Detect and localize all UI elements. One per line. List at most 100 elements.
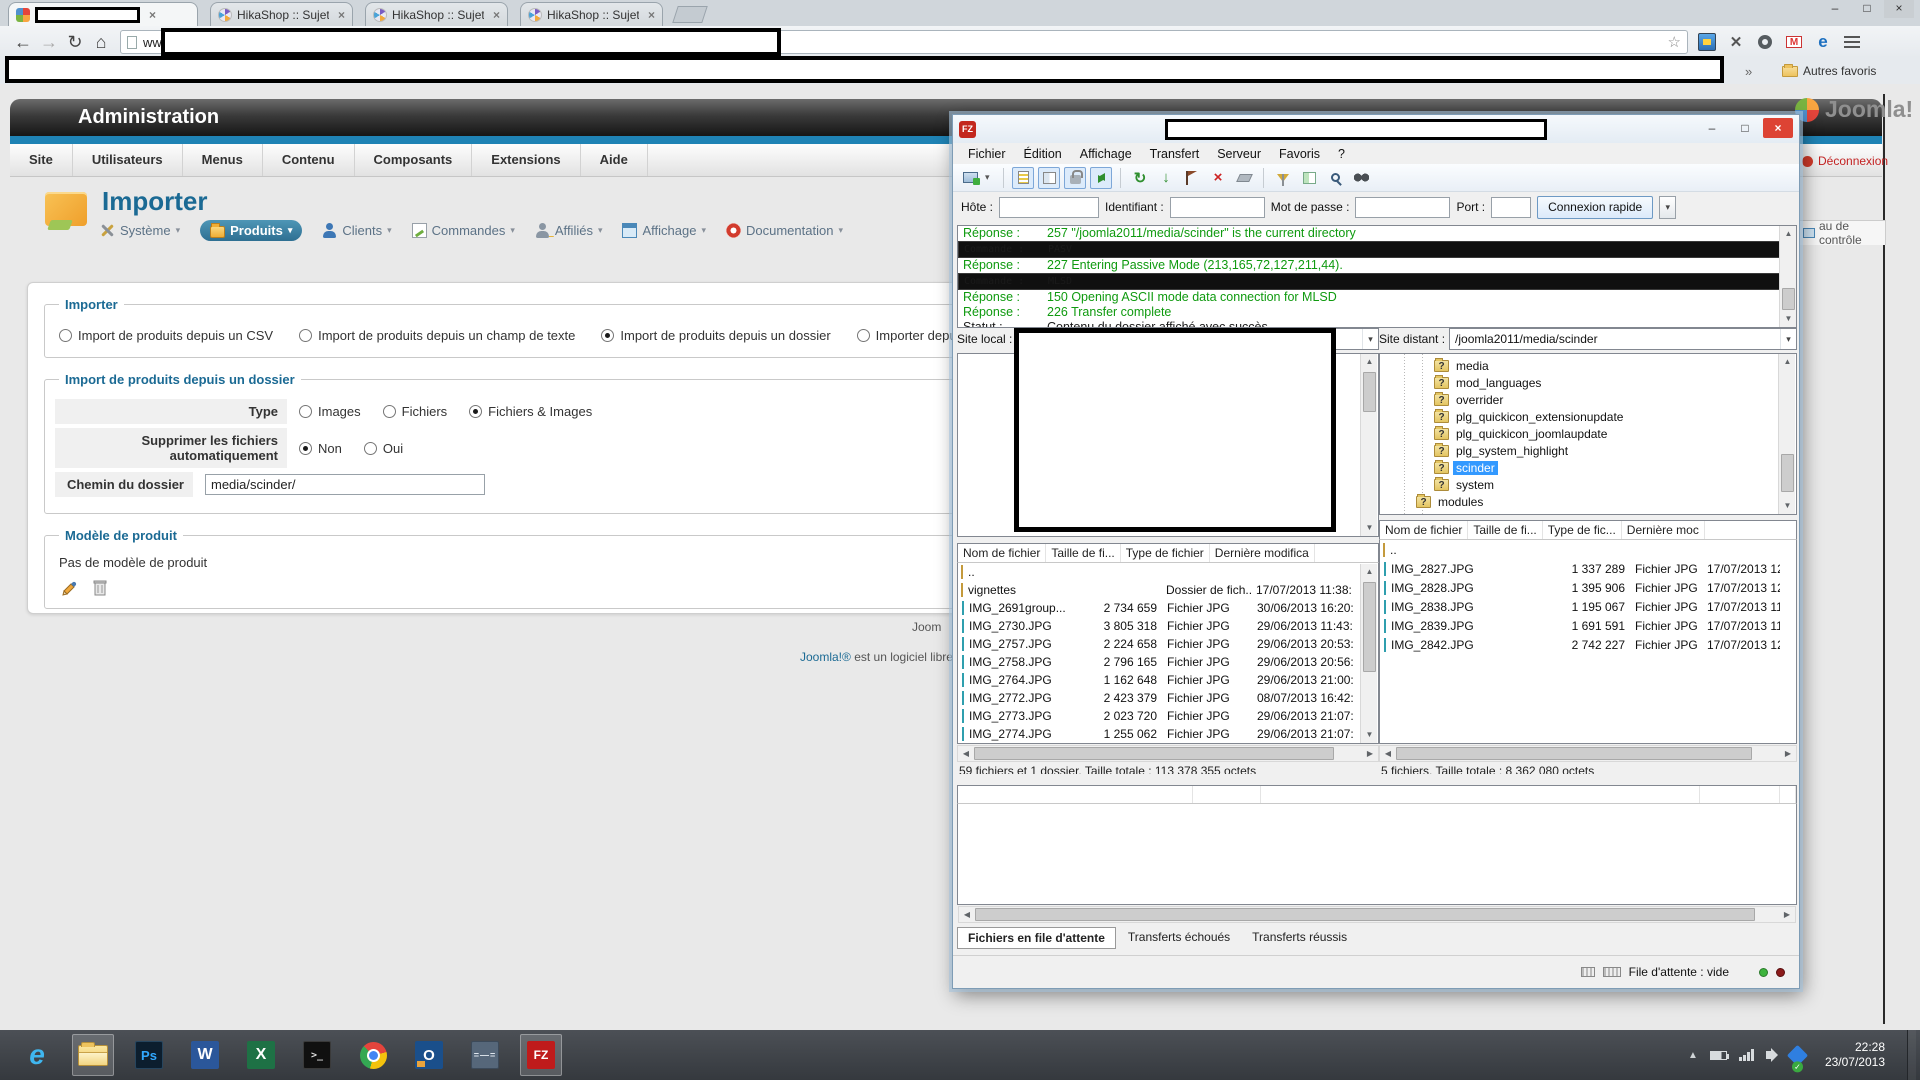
hikashop-menu-item[interactable]: Affiliés ▾ xyxy=(535,223,603,238)
folder-path-input[interactable] xyxy=(205,474,485,495)
type-option[interactable]: Fichiers xyxy=(383,404,448,419)
joomla-menu-item[interactable]: Menus xyxy=(183,144,263,176)
type-option[interactable]: Fichiers & Images xyxy=(469,404,592,419)
volume-icon[interactable] xyxy=(1766,1051,1772,1059)
queue-hscrollbar[interactable]: ◀ ▶ xyxy=(958,906,1796,923)
tab-close-icon[interactable]: × xyxy=(338,8,345,22)
queue-tab[interactable]: Fichiers en file d'attente xyxy=(957,927,1116,949)
log-scrollbar[interactable]: ▲ ▼ xyxy=(1779,226,1796,327)
scroll-right-icon[interactable]: ▶ xyxy=(1362,749,1378,758)
settings-gear-icon[interactable] xyxy=(1756,33,1774,51)
cancel-operation-icon[interactable]: × xyxy=(1207,167,1229,189)
browser-tab[interactable]: HikaShop :: Sujet : Pre-ach × xyxy=(520,2,663,26)
joomla-link[interactable]: Joomla!® xyxy=(800,650,851,664)
file-row[interactable]: .. xyxy=(1380,540,1796,559)
fz-menu-item[interactable]: Transfert xyxy=(1141,147,1209,161)
hikashop-menu-item[interactable]: Clients ▾ xyxy=(322,223,391,238)
scroll-up-icon[interactable]: ▲ xyxy=(1780,226,1797,242)
fz-menu-item[interactable]: Fichier xyxy=(959,147,1015,161)
remote-tree-item[interactable]: ? modules xyxy=(1380,493,1796,510)
edit-pencil-icon[interactable] xyxy=(61,578,79,596)
scrollbar-thumb[interactable] xyxy=(974,747,1334,760)
bookmark-star-icon[interactable]: ☆ xyxy=(1668,33,1681,51)
forward-button[interactable]: → xyxy=(36,32,62,53)
devtools-extension-icon[interactable]: ✕ xyxy=(1727,33,1745,51)
reload-button[interactable]: ↻ xyxy=(62,32,88,53)
refresh-icon[interactable]: ↻ xyxy=(1129,167,1151,189)
file-row[interactable]: IMG_2774.JPG 1 255 062 Fichier JPG 29/06… xyxy=(958,725,1378,743)
radio-button[interactable] xyxy=(299,442,312,455)
fz-menu-item[interactable]: ? xyxy=(1329,147,1354,161)
process-queue-icon[interactable]: ↓ xyxy=(1155,167,1177,189)
cancel-flag-icon[interactable] xyxy=(1181,167,1203,189)
network-signal-icon[interactable] xyxy=(1739,1049,1754,1061)
compare-icon[interactable] xyxy=(1298,167,1320,189)
taskbar-photoshop-icon[interactable]: Ps xyxy=(128,1034,170,1076)
scroll-up-icon[interactable]: ▲ xyxy=(1779,354,1796,370)
radio-button[interactable] xyxy=(383,405,396,418)
column-header[interactable]: Nom de fichier xyxy=(958,544,1046,562)
scrollbar-thumb[interactable] xyxy=(1782,288,1795,310)
remote-tree-item[interactable]: ? plg_system_highlight xyxy=(1380,442,1796,459)
scroll-down-icon[interactable]: ▼ xyxy=(1780,311,1797,327)
fz-menu-item[interactable]: Favoris xyxy=(1270,147,1329,161)
file-row[interactable]: IMG_2828.JPG 1 395 906 Fichier JPG 17/07… xyxy=(1380,578,1796,597)
fz-menu-item[interactable]: Édition xyxy=(1015,147,1071,161)
scroll-down-icon[interactable]: ▼ xyxy=(1779,498,1796,514)
file-row[interactable]: .. xyxy=(958,563,1378,581)
joomla-menu-item[interactable]: Contenu xyxy=(263,144,355,176)
logout-button[interactable]: Déconnexion xyxy=(1802,154,1888,168)
hikashop-menu-item[interactable]: Documentation ▾ xyxy=(726,223,843,238)
taskbar-outlook-icon[interactable]: O xyxy=(408,1034,450,1076)
remote-tree-item[interactable]: ? plg_quickicon_joomlaupdate xyxy=(1380,425,1796,442)
user-input[interactable] xyxy=(1170,197,1265,218)
local-list-scrollbar[interactable]: ▲ ▼ xyxy=(1360,564,1377,743)
file-row[interactable]: IMG_2842.JPG 2 742 227 Fichier JPG 17/07… xyxy=(1380,635,1796,654)
site-manager-icon[interactable] xyxy=(959,167,981,189)
other-bookmarks-button[interactable]: Autres favoris xyxy=(1782,64,1876,78)
dropbox-icon[interactable] xyxy=(1787,1044,1808,1065)
joomla-menu-item[interactable]: Site xyxy=(10,144,73,176)
file-row[interactable]: IMG_2839.JPG 1 691 591 Fichier JPG 17/07… xyxy=(1380,616,1796,635)
remote-site-combo[interactable]: /joomla2011/media/scinder▾ xyxy=(1449,328,1797,350)
remote-tree-item[interactable]: ? overrider xyxy=(1380,391,1796,408)
type-option[interactable]: Images xyxy=(299,404,361,419)
tab-close-icon[interactable]: × xyxy=(493,8,500,22)
browser-tab[interactable]: HikaShop :: Sujet : Fichier × xyxy=(365,2,508,26)
column-header[interactable]: Nom de fichier xyxy=(1380,521,1468,539)
column-header[interactable]: Type de fic... xyxy=(1543,521,1622,539)
local-hscrollbar[interactable]: ◀ ▶ xyxy=(957,745,1379,762)
queue-tab[interactable]: Transferts échoués xyxy=(1118,927,1240,949)
delete-trash-icon[interactable] xyxy=(93,579,107,596)
disconnect-icon[interactable] xyxy=(1233,167,1255,189)
column-header[interactable]: Taille de fi... xyxy=(1468,521,1542,539)
scrollbar-thumb[interactable] xyxy=(1396,747,1752,760)
quickconnect-dropdown-icon[interactable]: ▾ xyxy=(1659,196,1676,219)
radio-button[interactable] xyxy=(364,442,377,455)
back-button[interactable]: ← xyxy=(10,32,36,53)
taskbar-clock[interactable]: 22:28 23/07/2013 xyxy=(1825,1040,1885,1070)
bookmarks-overflow-chevron[interactable]: » xyxy=(1745,64,1752,79)
taskbar-cmd-icon[interactable]: >_ xyxy=(296,1034,338,1076)
password-input[interactable] xyxy=(1355,197,1450,218)
browser-maximize-button[interactable]: □ xyxy=(1852,0,1882,18)
quickconnect-button[interactable]: Connexion rapide xyxy=(1537,196,1653,219)
new-tab-button[interactable] xyxy=(672,6,708,23)
browser-tab-joomla[interactable]: × xyxy=(8,2,198,26)
taskbar-explorer-icon[interactable] xyxy=(72,1034,114,1076)
scroll-left-icon[interactable]: ◀ xyxy=(1380,749,1396,758)
column-header[interactable]: Dernière modifica xyxy=(1210,544,1315,562)
remote-tree-item[interactable]: ? mod_languages xyxy=(1380,374,1796,391)
control-panel-tab-fragment[interactable]: au de contrôle xyxy=(1798,220,1886,245)
hikashop-menu-item[interactable]: Système ▾ xyxy=(100,223,180,238)
tray-expand-icon[interactable]: ▲ xyxy=(1688,1050,1698,1061)
site-manager-dropdown-icon[interactable]: ▾ xyxy=(985,172,995,183)
evernote-extension-icon[interactable]: e xyxy=(1814,33,1832,51)
taskbar-chrome-icon[interactable] xyxy=(352,1034,394,1076)
taskbar-excel-icon[interactable]: X xyxy=(240,1034,282,1076)
scroll-right-icon[interactable]: ▶ xyxy=(1780,749,1796,758)
joomla-menu-item[interactable]: Aide xyxy=(581,144,648,176)
scroll-up-icon[interactable]: ▲ xyxy=(1361,564,1378,580)
import-source-option[interactable]: Import de produits depuis un CSV xyxy=(59,328,273,343)
scrollbar-thumb[interactable] xyxy=(1781,454,1794,492)
